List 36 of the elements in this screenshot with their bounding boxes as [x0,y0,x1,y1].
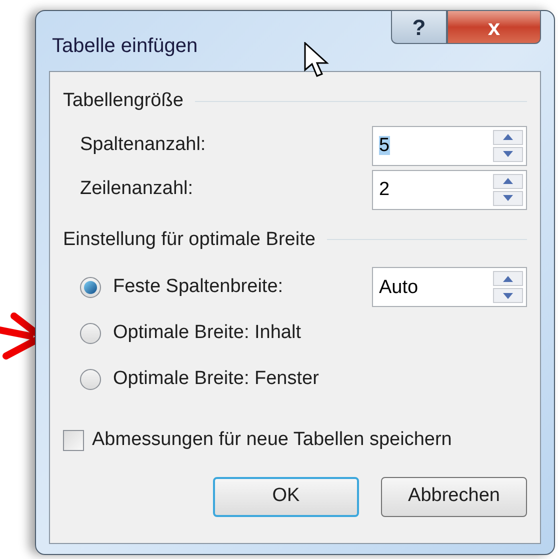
up-arrow-icon [503,134,513,140]
close-button[interactable]: x [447,10,541,44]
up-arrow-icon [503,276,513,282]
help-button[interactable]: ? [391,10,447,44]
field-value: 5 [379,136,390,155]
field-label: Spaltenanzahl: [80,133,206,158]
spin-field[interactable]: 2 [372,170,527,210]
mouse-cursor-icon [304,42,330,80]
field-value: 2 [379,180,390,199]
spin-up-button[interactable] [493,130,523,144]
radio-button[interactable] [80,276,101,298]
spin-up-button[interactable] [493,174,523,188]
ok-button[interactable]: OK [213,476,359,516]
checkbox-label: Abmessungen für neue Tabellen speichern [92,428,452,452]
field-value: Auto [379,278,418,296]
radio-button[interactable] [80,368,101,390]
checkbox[interactable] [63,430,84,451]
spin-down-button[interactable] [493,146,523,162]
field-label: Zeilenanzahl: [80,177,194,202]
spin-up-button[interactable] [493,271,523,286]
radio-label: Feste Spaltenbreite: [113,274,284,299]
spin-down-button[interactable] [493,190,523,206]
radio-label: Optimale Breite: Inhalt [113,320,301,345]
down-arrow-icon [503,151,513,157]
spin-field[interactable]: 5 [372,126,527,166]
radio-label: Optimale Breite: Fenster [113,366,319,391]
up-arrow-icon [503,178,513,184]
cancel-button[interactable]: Abbrechen [381,476,527,516]
radio-button[interactable] [80,322,101,344]
down-arrow-icon [503,292,513,298]
group-title: Einstellung für optimale Breite [63,228,316,252]
down-arrow-icon [503,195,513,201]
spin-field[interactable]: Auto [372,267,527,307]
group-title: Tabellengröße [63,89,184,113]
window-title: Tabelle einfügen [52,34,198,59]
spin-down-button[interactable] [493,288,523,303]
